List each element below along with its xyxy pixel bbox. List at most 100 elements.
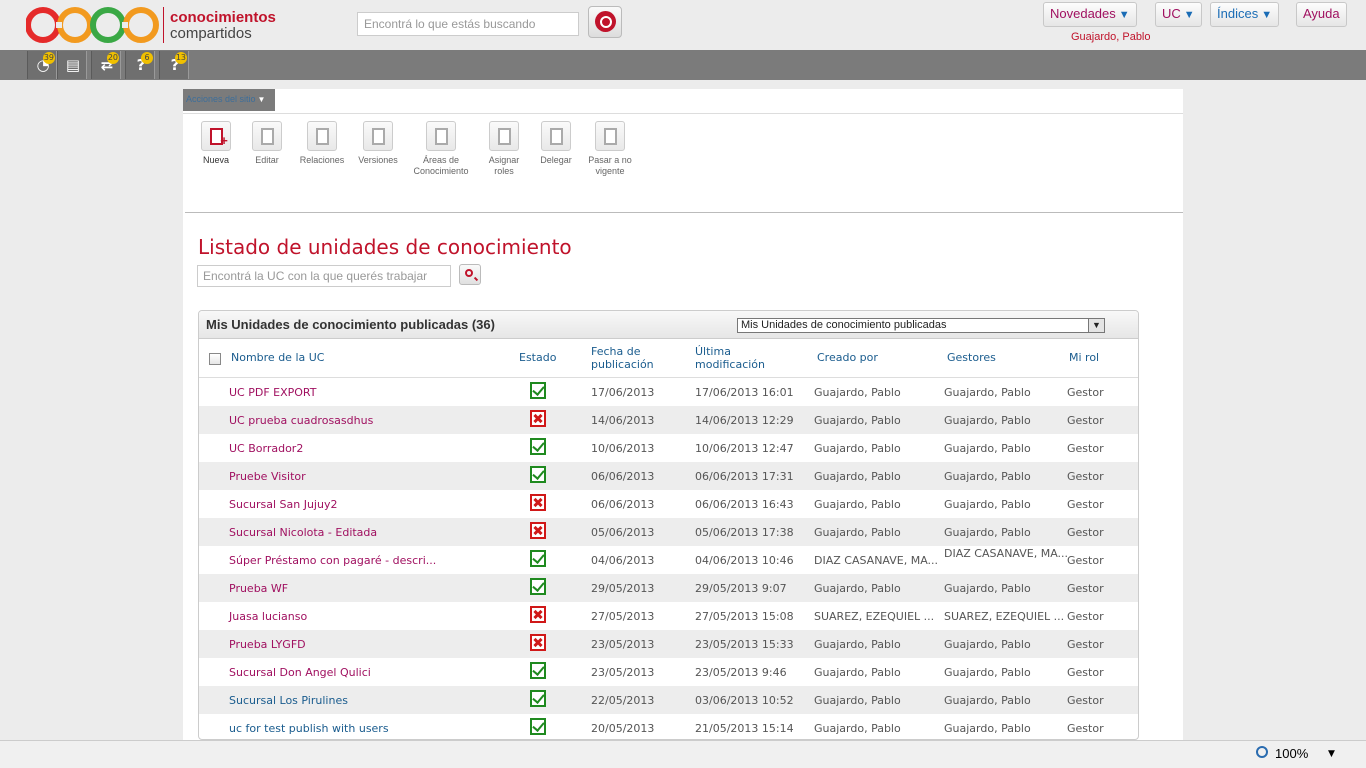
chevron-down-icon: ▼ xyxy=(1261,9,1273,21)
global-search-input[interactable]: Encontrá lo que estás buscando xyxy=(357,12,579,36)
check-icon xyxy=(530,438,546,455)
uc-search-input[interactable]: Encontrá la UC con la que querés trabaja… xyxy=(197,265,451,287)
action-label-line2: roles xyxy=(494,166,514,176)
action-pasar-no-vigente[interactable]: Pasar a no vigente xyxy=(580,121,640,177)
nav-uc[interactable]: UC ▼ xyxy=(1155,2,1202,27)
gestores: Guajardo, Pablo xyxy=(944,442,1031,455)
ultima-modificacion: 05/06/2013 17:38 xyxy=(695,526,794,539)
uc-name-link[interactable]: Sucursal Don Angel Qulici xyxy=(229,666,371,679)
table-row[interactable]: uc for test publish with users 20/05/2013… xyxy=(199,714,1138,739)
zoom-level[interactable]: 100% xyxy=(1275,746,1308,761)
fecha-publicacion: 20/05/2013 xyxy=(591,722,655,735)
uc-name-link[interactable]: UC Borrador2 xyxy=(229,442,303,455)
table-row[interactable]: Prueba WF 29/05/2013 29/05/2013 9:07 Guajar… xyxy=(199,574,1138,602)
user-name[interactable]: Guajardo, Pablo xyxy=(1071,31,1151,43)
cross-icon xyxy=(530,494,546,511)
nav-ayuda-label: Ayuda xyxy=(1303,6,1340,21)
chevron-down-icon: ▼ xyxy=(1088,319,1104,332)
ultima-modificacion: 03/06/2013 10:52 xyxy=(695,694,794,707)
fecha-publicacion: 14/06/2013 xyxy=(591,414,655,427)
ultima-modificacion: 06/06/2013 17:31 xyxy=(695,470,794,483)
uc-name-link[interactable]: Prueba LYGFD xyxy=(229,638,306,651)
table-row[interactable]: Sucursal Nicolota - Editada 05/06/2013 05/… xyxy=(199,518,1138,546)
creado-por: Guajardo, Pablo xyxy=(814,414,901,427)
cross-icon xyxy=(530,634,546,651)
uc-name-link[interactable]: Súper Préstamo con pagaré - descri... xyxy=(229,554,436,567)
new-document-icon: + xyxy=(201,121,231,151)
uc-search-button[interactable] xyxy=(459,264,481,285)
nav-ayuda[interactable]: Ayuda xyxy=(1296,2,1347,27)
table-row[interactable]: UC PDF EXPORT 17/06/2013 17/06/2013 16:01 G… xyxy=(199,378,1138,406)
col-estado[interactable]: Estado xyxy=(519,351,556,364)
refresh-button[interactable]: ⇄ 20 xyxy=(91,51,121,79)
col-mi-rol[interactable]: Mi rol xyxy=(1069,351,1099,364)
list-header: Mis Unidades de conocimiento publicadas … xyxy=(199,311,1138,339)
uc-name-link[interactable]: Juasa lucianso xyxy=(229,610,307,623)
col-creado-por[interactable]: Creado por xyxy=(817,351,878,364)
creado-por: Guajardo, Pablo xyxy=(814,526,901,539)
table-row[interactable]: Sucursal Los Pirulines 22/05/2013 03/06/20… xyxy=(199,686,1138,714)
nav-indices[interactable]: Índices ▼ xyxy=(1210,2,1280,27)
nav-uc-label: UC xyxy=(1162,6,1181,21)
action-delegar[interactable]: Delegar xyxy=(526,121,586,166)
action-label: Nueva xyxy=(202,155,229,165)
table-row[interactable]: Pruebe Visitor 06/06/2013 06/06/2013 17:31… xyxy=(199,462,1138,490)
dashboard-button[interactable]: ◔ 39 xyxy=(27,51,57,79)
ultima-modificacion: 17/06/2013 16:01 xyxy=(695,386,794,399)
uc-name-link[interactable]: Sucursal San Jujuy2 xyxy=(229,498,337,511)
mi-rol: Gestor xyxy=(1067,386,1104,399)
gestores: Guajardo, Pablo xyxy=(944,526,1031,539)
pending-help-button[interactable]: ? 6 xyxy=(125,51,155,79)
gestores: SUAREZ, EZEQUIEL ... xyxy=(944,610,1065,623)
action-asignar-roles[interactable]: Asignar roles xyxy=(474,121,534,177)
table-row[interactable]: Prueba LYGFD 23/05/2013 23/05/2013 15:33 Gu… xyxy=(199,630,1138,658)
zoom-icon[interactable] xyxy=(1256,746,1268,758)
nav-novedades[interactable]: Novedades ▼ xyxy=(1043,2,1137,27)
table-row[interactable]: UC prueba cuadrosasdhus 14/06/2013 14/06/2… xyxy=(199,406,1138,434)
global-search-button[interactable] xyxy=(588,6,622,38)
table-row[interactable]: Juasa lucianso 27/05/2013 27/05/2013 15:08… xyxy=(199,602,1138,630)
col-ultima-modificacion[interactable]: Última modificación xyxy=(695,345,765,371)
uc-name-link[interactable]: Pruebe Visitor xyxy=(229,470,306,483)
select-all-checkbox[interactable] xyxy=(209,353,221,365)
check-icon xyxy=(530,718,546,735)
uc-name-link[interactable]: uc for test publish with users xyxy=(229,722,389,735)
chevron-down-icon[interactable]: ▼ xyxy=(1328,749,1335,759)
creado-por: Guajardo, Pablo xyxy=(814,694,901,707)
action-areas-conocimiento[interactable]: Áreas de Conocimiento xyxy=(411,121,471,177)
documents-button[interactable]: ▤ xyxy=(57,51,87,79)
creado-por: Guajardo, Pablo xyxy=(814,498,901,511)
mi-rol: Gestor xyxy=(1067,526,1104,539)
col-nombre[interactable]: Nombre de la UC xyxy=(231,351,324,364)
uc-name-link[interactable]: Sucursal Nicolota - Editada xyxy=(229,526,377,539)
table-row[interactable]: Sucursal Don Angel Qulici 23/05/2013 23/05… xyxy=(199,658,1138,686)
table-row[interactable]: UC Borrador2 10/06/2013 10/06/2013 12:47 Gu… xyxy=(199,434,1138,462)
ultima-modificacion: 23/05/2013 9:46 xyxy=(695,666,787,679)
action-label: Asignar xyxy=(488,155,520,165)
fecha-publicacion: 27/05/2013 xyxy=(591,610,655,623)
col-fecha-publicacion[interactable]: Fecha de publicación xyxy=(591,345,654,371)
table-row[interactable]: Súper Préstamo con pagaré - descri... 04/… xyxy=(199,546,1138,574)
creado-por: SUAREZ, EZEQUIEL ... xyxy=(814,610,935,623)
gestores: Guajardo, Pablo xyxy=(944,722,1031,735)
logo-title: conocimientos xyxy=(170,9,276,26)
mi-rol: Gestor xyxy=(1067,554,1104,567)
main-panel: Acciones del sitio ▼ + Nueva Editar Relac… xyxy=(183,89,1183,740)
uc-name-link[interactable]: UC prueba cuadrosasdhus xyxy=(229,414,373,427)
coco-logo[interactable]: conocimientos compartidos xyxy=(26,5,286,45)
questions-button[interactable]: ? 13 xyxy=(159,51,189,79)
uc-name-link[interactable]: Prueba WF xyxy=(229,582,288,595)
fecha-publicacion: 06/06/2013 xyxy=(591,498,655,511)
gestores: Guajardo, Pablo xyxy=(944,498,1031,511)
fecha-publicacion: 06/06/2013 xyxy=(591,470,655,483)
acciones-del-sitio-menu[interactable]: Acciones del sitio ▼ xyxy=(183,89,275,111)
col-gestores[interactable]: Gestores xyxy=(947,351,996,364)
action-relaciones[interactable]: Relaciones xyxy=(292,121,352,166)
uc-name-link[interactable]: Sucursal Los Pirulines xyxy=(229,694,348,707)
table-row[interactable]: Sucursal San Jujuy2 06/06/2013 06/06/2013 … xyxy=(199,490,1138,518)
action-editar[interactable]: Editar xyxy=(237,121,297,166)
list-filter-select[interactable]: Mis Unidades de conocimiento publicadas … xyxy=(737,318,1105,333)
creado-por: Guajardo, Pablo xyxy=(814,638,901,651)
uc-name-link[interactable]: UC PDF EXPORT xyxy=(229,386,317,399)
action-versiones[interactable]: Versiones xyxy=(348,121,408,166)
